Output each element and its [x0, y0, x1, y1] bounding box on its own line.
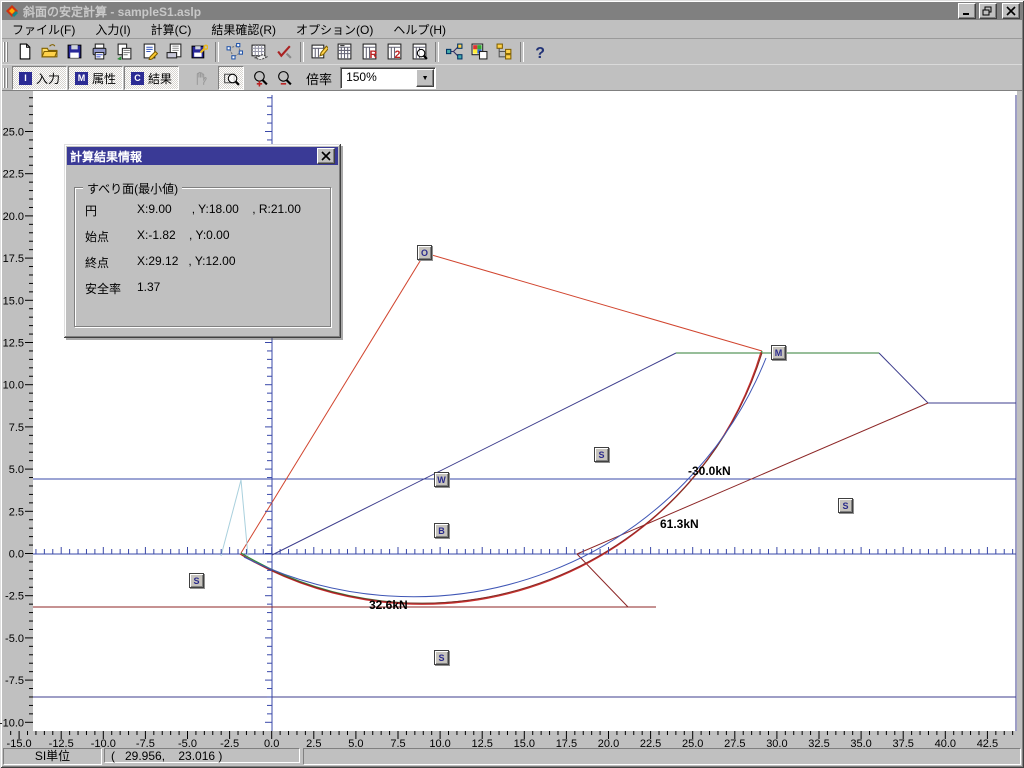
svg-text:20.0: 20.0 [598, 738, 619, 750]
svg-text:-5.0: -5.0 [5, 633, 24, 645]
svg-text:10.0: 10.0 [429, 738, 450, 750]
marker-w[interactable]: W [434, 472, 449, 487]
svg-text:42.5: 42.5 [977, 738, 998, 750]
svg-text:20.0: 20.0 [3, 211, 24, 223]
marker-s[interactable]: S [838, 498, 853, 513]
svg-text:12.5: 12.5 [3, 338, 24, 350]
svg-text:40.0: 40.0 [935, 738, 956, 750]
svg-text:32.5: 32.5 [808, 738, 829, 750]
svg-text:22.5: 22.5 [640, 738, 661, 750]
drawing-canvas[interactable]: -15.0 -12.5 -10.0 -7.5 -5.0 -2.5 0.0 2.5 5.0 7.5 1… [0, 0, 1024, 768]
result-row-label: 円 [85, 202, 137, 219]
svg-text:17.5: 17.5 [3, 253, 24, 265]
svg-text:27.5: 27.5 [724, 738, 745, 750]
svg-text:5.0: 5.0 [9, 464, 24, 476]
svg-text:-5.0: -5.0 [178, 738, 197, 750]
svg-text:-10.0: -10.0 [0, 717, 24, 729]
svg-text:-7.5: -7.5 [5, 675, 24, 687]
svg-text:2.5: 2.5 [9, 506, 24, 518]
svg-text:35.0: 35.0 [850, 738, 871, 750]
result-row-value: X:9.00 , Y:18.00 , R:21.00 [137, 202, 301, 219]
svg-text:15.0: 15.0 [3, 295, 24, 307]
result-rows: 円X:9.00 , Y:18.00 , R:21.00始点X:-1.82 , Y… [75, 188, 330, 306]
result-row-value: X:-1.82 , Y:0.00 [137, 228, 230, 245]
svg-text:0.0: 0.0 [9, 549, 24, 561]
svg-text:17.5: 17.5 [556, 738, 577, 750]
marker-s[interactable]: S [594, 447, 609, 462]
marker-s[interactable]: S [434, 650, 449, 665]
svg-text:7.5: 7.5 [390, 738, 405, 750]
result-row-value: X:29.12 , Y:12.00 [137, 254, 236, 271]
groupbox-title: すべり面(最小値) [83, 180, 182, 197]
svg-text:-7.5: -7.5 [136, 738, 155, 750]
svg-text:2.5: 2.5 [306, 738, 321, 750]
result-row: 始点X:-1.82 , Y:0.00 [75, 228, 330, 254]
svg-text:30.0: 30.0 [766, 738, 787, 750]
dialog-title-bar[interactable]: 計算結果情報 [67, 147, 338, 165]
result-row-value: 1.37 [137, 280, 160, 297]
svg-text:5.0: 5.0 [348, 738, 363, 750]
svg-text:7.5: 7.5 [9, 422, 24, 434]
svg-text:-10.0: -10.0 [91, 738, 116, 750]
svg-text:10.0: 10.0 [3, 380, 24, 392]
result-row-label: 始点 [85, 228, 137, 245]
svg-text:0.0: 0.0 [264, 738, 279, 750]
svg-text:15.0: 15.0 [514, 738, 535, 750]
svg-text:-2.5: -2.5 [5, 591, 24, 603]
force-label: 61.3kN [660, 517, 699, 531]
svg-text:12.5: 12.5 [471, 738, 492, 750]
svg-text:25.0: 25.0 [3, 127, 24, 139]
marker-o[interactable]: O [417, 245, 432, 260]
dialog-title: 計算結果情報 [70, 148, 317, 165]
calculation-result-dialog: 計算結果情報 すべり面(最小値) 円X:9.00 , Y:18.00 , R:2… [64, 144, 341, 338]
result-row: 安全率1.37 [75, 280, 330, 306]
result-row: 終点X:29.12 , Y:12.00 [75, 254, 330, 280]
slip-surface-groupbox: すべり面(最小値) 円X:9.00 , Y:18.00 , R:21.00始点X… [74, 187, 331, 327]
svg-text:-12.5: -12.5 [49, 738, 74, 750]
dialog-body: すべり面(最小値) 円X:9.00 , Y:18.00 , R:21.00始点X… [67, 165, 338, 335]
marker-b[interactable]: B [434, 523, 449, 538]
force-label: 32.6kN [369, 598, 408, 612]
svg-text:37.5: 37.5 [892, 738, 913, 750]
svg-text:-2.5: -2.5 [220, 738, 239, 750]
svg-text:-15.0: -15.0 [7, 738, 32, 750]
result-row-label: 安全率 [85, 280, 137, 297]
force-label: -30.0kN [688, 464, 731, 478]
application-window: { "window": { "title": "斜面の安定計算 - sample… [0, 0, 1024, 768]
svg-text:22.5: 22.5 [3, 169, 24, 181]
dialog-close-button[interactable] [317, 148, 335, 164]
marker-s[interactable]: S [189, 573, 204, 588]
marker-m[interactable]: M [771, 345, 786, 360]
result-row-label: 終点 [85, 254, 137, 271]
svg-text:25.0: 25.0 [682, 738, 703, 750]
result-row: 円X:9.00 , Y:18.00 , R:21.00 [75, 202, 330, 228]
